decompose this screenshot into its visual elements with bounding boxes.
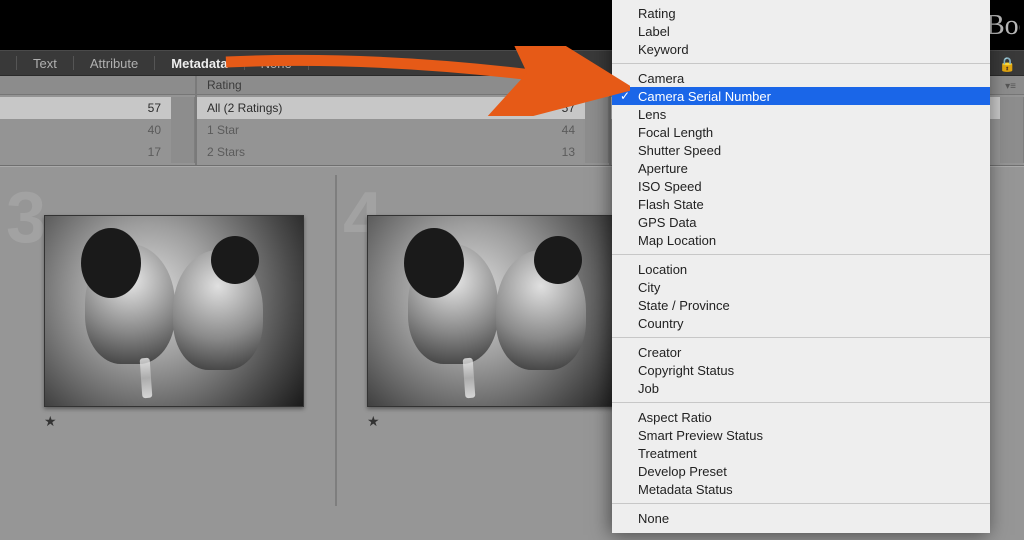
menu-item[interactable]: Develop Preset [612, 462, 990, 480]
menu-item[interactable]: Metadata Status [612, 480, 990, 498]
row-count: 40 [129, 123, 161, 137]
filter-row[interactable]: 2 Stars13 [197, 141, 585, 163]
row-count: 44 [543, 123, 575, 137]
menu-item[interactable]: Lens [612, 105, 990, 123]
menu-item[interactable]: Keyword [612, 40, 990, 58]
menu-item[interactable]: Shutter Speed [612, 141, 990, 159]
photo-content [368, 216, 626, 406]
col-header[interactable] [0, 76, 195, 95]
scrollbar-gutter[interactable] [585, 97, 609, 163]
divider [154, 56, 155, 70]
menu-item[interactable]: Country [612, 314, 990, 332]
menu-item[interactable]: Smart Preview Status [612, 426, 990, 444]
photo-content [45, 216, 303, 406]
dropdown-icon[interactable]: ▾≡ [1005, 81, 1016, 92]
divider [308, 56, 309, 70]
filter-row[interactable]: 57 [0, 97, 171, 119]
meta-col-rating: Rating All (2 Ratings)571 Star442 Stars1… [195, 76, 609, 165]
menu-separator [612, 402, 990, 403]
filter-row[interactable]: All (2 Ratings)57 [197, 97, 585, 119]
module-label: Boo [986, 10, 1020, 42]
thumbnail[interactable] [367, 215, 627, 407]
menu-item[interactable]: Copyright Status [612, 361, 990, 379]
meta-col-left: 57 40 17 [0, 76, 195, 165]
filter-tab-attribute[interactable]: Attribute [90, 56, 138, 71]
row-label: All (2 Ratings) [207, 101, 543, 115]
scrollbar-gutter[interactable] [171, 97, 195, 163]
menu-item[interactable]: GPS Data [612, 213, 990, 231]
filter-row[interactable]: 40 [0, 119, 171, 141]
row-count: 57 [129, 101, 161, 115]
filter-tab-metadata[interactable]: Metadata [171, 56, 227, 71]
menu-item[interactable]: Map Location [612, 231, 990, 249]
row-count: 17 [129, 145, 161, 159]
rating-stars[interactable]: ★ [367, 413, 640, 430]
menu-item[interactable]: ISO Speed [612, 177, 990, 195]
col-header-rating[interactable]: Rating [197, 76, 609, 95]
row-count: 57 [543, 101, 575, 115]
menu-item[interactable]: Creator [612, 343, 990, 361]
menu-item[interactable]: Rating [612, 4, 990, 22]
grid-cell[interactable]: 3 ★ [0, 175, 335, 506]
menu-item[interactable]: Camera [612, 69, 990, 87]
menu-item[interactable]: Flash State [612, 195, 990, 213]
menu-item[interactable]: None [612, 509, 990, 527]
menu-item[interactable]: Treatment [612, 444, 990, 462]
menu-item[interactable]: Label [612, 22, 990, 40]
menu-item[interactable]: City [612, 278, 990, 296]
row-count: 13 [543, 145, 575, 159]
menu-item[interactable]: Job [612, 379, 990, 397]
metadata-dropdown-menu: RatingLabelKeyword CameraCamera Serial Nu… [612, 0, 990, 533]
lock-icon: 🔒 [999, 56, 1016, 73]
menu-separator [612, 254, 990, 255]
divider [16, 56, 17, 70]
thumbnail[interactable] [44, 215, 304, 407]
col-header-label: Rating [207, 78, 242, 92]
row-label: 2 Stars [207, 145, 543, 159]
filter-tab-none[interactable]: None [261, 56, 292, 71]
menu-item[interactable]: Aspect Ratio [612, 408, 990, 426]
menu-item[interactable]: Focal Length [612, 123, 990, 141]
filter-row[interactable]: 17 [0, 141, 171, 163]
menu-item[interactable]: State / Province [612, 296, 990, 314]
divider [244, 56, 245, 70]
row-label: 1 Star [207, 123, 543, 137]
menu-item[interactable]: Camera Serial Number [612, 87, 990, 105]
menu-separator [612, 337, 990, 338]
scrollbar-gutter[interactable] [1000, 97, 1024, 163]
divider [73, 56, 74, 70]
cell-index: 3 [6, 177, 46, 259]
rating-stars[interactable]: ★ [44, 413, 305, 430]
filter-row[interactable]: 1 Star44 [197, 119, 585, 141]
menu-item[interactable]: Location [612, 260, 990, 278]
filter-tab-text[interactable]: Text [33, 56, 57, 71]
menu-separator [612, 503, 990, 504]
menu-separator [612, 63, 990, 64]
menu-item[interactable]: Aperture [612, 159, 990, 177]
